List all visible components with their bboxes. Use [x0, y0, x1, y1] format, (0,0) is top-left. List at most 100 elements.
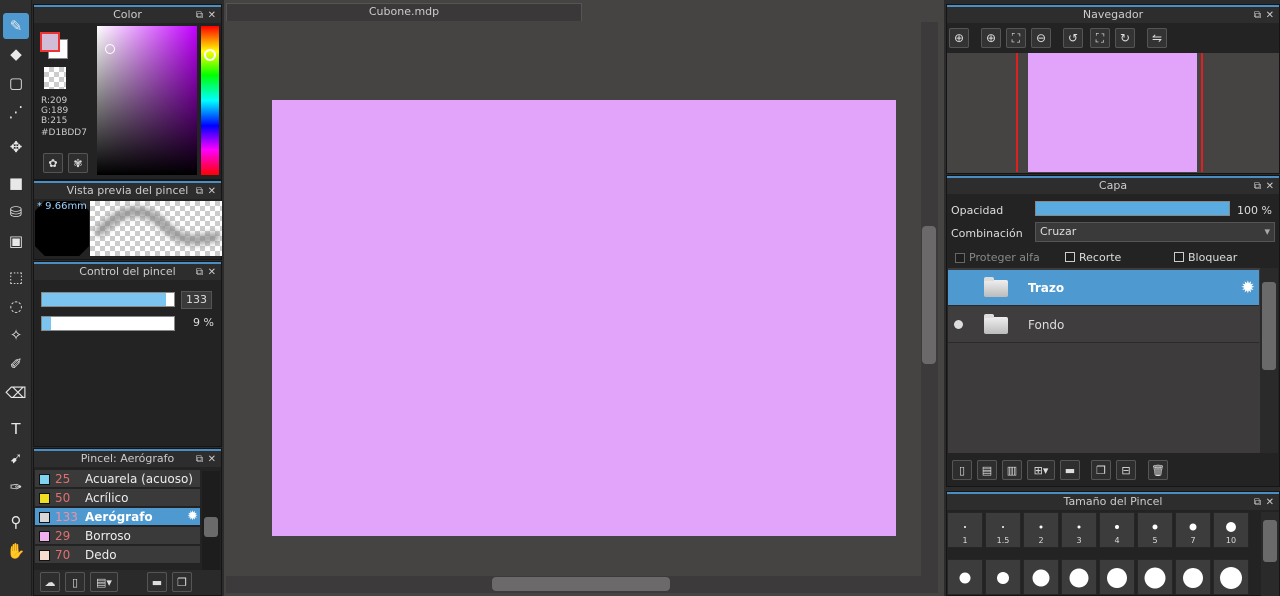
brush-size-preset[interactable]: 5: [1137, 512, 1173, 548]
undock-icon[interactable]: ⧉: [1254, 495, 1261, 510]
eyedropper-tool[interactable]: ✑: [3, 474, 29, 500]
zoom-fit-button[interactable]: ⊕: [949, 28, 969, 48]
lasso-tool[interactable]: ◌: [3, 293, 29, 319]
flip-horizontal-button[interactable]: ⇋: [1147, 28, 1167, 48]
new-folder-button[interactable]: ▬: [1060, 460, 1080, 480]
horizontal-scrollbar[interactable]: [226, 576, 938, 593]
sv-picker-handle[interactable]: [105, 44, 115, 54]
brush-size-preset[interactable]: 10: [1213, 512, 1249, 548]
close-icon[interactable]: ✕: [1266, 495, 1274, 510]
brush-size-preset[interactable]: [1175, 559, 1211, 595]
reset-view-button[interactable]: ⛶: [1090, 28, 1110, 48]
undock-icon[interactable]: ⧉: [196, 452, 203, 467]
new-layer-button[interactable]: ▯: [952, 460, 972, 480]
brush-size-preset[interactable]: 1: [947, 512, 983, 548]
fill-rect-tool[interactable]: ■: [3, 170, 29, 196]
close-icon[interactable]: ✕: [208, 452, 216, 467]
transparent-color-swatch[interactable]: [44, 67, 66, 89]
visibility-icon[interactable]: [954, 320, 963, 329]
brush-list-scrollbar[interactable]: [202, 471, 220, 571]
text-tool[interactable]: T: [3, 416, 29, 442]
brush-size-preset[interactable]: [947, 559, 983, 595]
scrollbar-thumb[interactable]: [1263, 520, 1277, 562]
select-eraser-tool[interactable]: ⌫: [3, 380, 29, 406]
brush-size-preset[interactable]: 7: [1175, 512, 1211, 548]
brush-list-item[interactable]: 29 Borroso: [35, 527, 200, 545]
add-layer-menu-button[interactable]: ⊞▾: [1027, 460, 1055, 480]
zoom-out-button[interactable]: ⊖: [1031, 28, 1051, 48]
brush-size-preset[interactable]: [1213, 559, 1249, 595]
blend-mode-select[interactable]: Cruzar ▾: [1035, 222, 1275, 242]
close-icon[interactable]: ✕: [208, 8, 216, 23]
close-icon[interactable]: ✕: [1266, 8, 1274, 23]
new-brush-button[interactable]: ▯: [65, 572, 85, 592]
canvas[interactable]: [272, 100, 896, 536]
brush-size-preset[interactable]: [1061, 559, 1097, 595]
brush-size-value[interactable]: 133: [181, 291, 212, 309]
close-icon[interactable]: ✕: [208, 184, 216, 199]
new-layer-8bit-button[interactable]: ▤: [977, 460, 997, 480]
undock-icon[interactable]: ⧉: [196, 265, 203, 280]
fit-window-button[interactable]: ⛶: [1006, 28, 1026, 48]
brush-size-scrollbar[interactable]: [1261, 512, 1279, 596]
scrollbar-thumb[interactable]: [922, 226, 936, 364]
hue-slider-handle[interactable]: [204, 49, 216, 61]
undock-icon[interactable]: ⧉: [1254, 179, 1261, 194]
magic-wand-tool[interactable]: ✧: [3, 322, 29, 348]
brush-list-item[interactable]: 133 Aerógrafo ✹: [35, 508, 200, 526]
brush-size-preset[interactable]: [985, 559, 1021, 595]
brush-size-preset[interactable]: [1099, 559, 1135, 595]
hand-tool[interactable]: ✋: [3, 538, 29, 564]
operation-tool[interactable]: ➹: [3, 445, 29, 471]
layer-row[interactable]: Fondo: [948, 307, 1259, 343]
layer-row[interactable]: Trazo ✹: [948, 270, 1259, 306]
rotate-right-button[interactable]: ↻: [1115, 28, 1135, 48]
eraser-tool[interactable]: ◆: [3, 41, 29, 67]
clipping-checkbox[interactable]: [1065, 252, 1075, 262]
protect-alpha-checkbox[interactable]: [955, 253, 965, 263]
zoom-in-button[interactable]: ⊕: [981, 28, 1001, 48]
scrollbar-thumb[interactable]: [1262, 282, 1276, 370]
brush-list-item[interactable]: 25 Acuarela (acuoso): [35, 470, 200, 488]
close-icon[interactable]: ✕: [1266, 179, 1274, 194]
palette-button[interactable]: ✿: [43, 153, 63, 173]
line-tool[interactable]: ⋰: [3, 99, 29, 125]
layer-list-scrollbar[interactable]: [1260, 268, 1278, 453]
new-layer-1bit-button[interactable]: ▥: [1002, 460, 1022, 480]
brush-size-preset[interactable]: 2: [1023, 512, 1059, 548]
brush-size-preset[interactable]: [1023, 559, 1059, 595]
brush-cloud-button[interactable]: ☁: [40, 572, 60, 592]
document-tab[interactable]: Cubone.mdp: [226, 3, 582, 21]
duplicate-layer-button[interactable]: ❐: [1091, 460, 1111, 480]
bucket-tool[interactable]: ⛁: [3, 199, 29, 225]
rotate-left-button[interactable]: ↺: [1063, 28, 1083, 48]
delete-layer-button[interactable]: 🗑: [1148, 460, 1168, 480]
vertical-scrollbar[interactable]: [921, 22, 938, 576]
brush-opacity-slider[interactable]: [41, 316, 175, 331]
brush-folder-button[interactable]: ▬: [147, 572, 167, 592]
brush-size-preset[interactable]: 1.5: [985, 512, 1021, 548]
brush-tool[interactable]: ✎: [3, 13, 29, 39]
gear-icon[interactable]: ✹: [1241, 270, 1255, 306]
gradient-tool[interactable]: ▣: [3, 228, 29, 254]
close-icon[interactable]: ✕: [208, 265, 216, 280]
select-rect-tool[interactable]: ⬚: [3, 264, 29, 290]
select-pen-tool[interactable]: ✐: [3, 351, 29, 377]
undock-icon[interactable]: ⧉: [196, 184, 203, 199]
brush-menu-button[interactable]: ▤▾: [90, 572, 118, 592]
foreground-color-swatch[interactable]: [40, 32, 60, 52]
hue-slider[interactable]: [201, 26, 219, 175]
merge-layer-button[interactable]: ⊟: [1116, 460, 1136, 480]
undock-icon[interactable]: ⧉: [196, 8, 203, 23]
move-tool[interactable]: ✥: [3, 134, 29, 160]
lock-checkbox[interactable]: [1174, 252, 1184, 262]
brush-size-slider[interactable]: [41, 292, 175, 307]
gear-icon[interactable]: ✹: [187, 508, 198, 526]
dropper-tool[interactable]: ⚲: [3, 509, 29, 535]
duplicate-brush-button[interactable]: ❐: [172, 572, 192, 592]
brush-size-preset[interactable]: 3: [1061, 512, 1097, 548]
brush-size-preset[interactable]: [1137, 559, 1173, 595]
brush-list-item[interactable]: 50 Acrílico: [35, 489, 200, 507]
brush-list-item[interactable]: 70 Dedo: [35, 546, 200, 564]
undock-icon[interactable]: ⧉: [1254, 8, 1261, 23]
